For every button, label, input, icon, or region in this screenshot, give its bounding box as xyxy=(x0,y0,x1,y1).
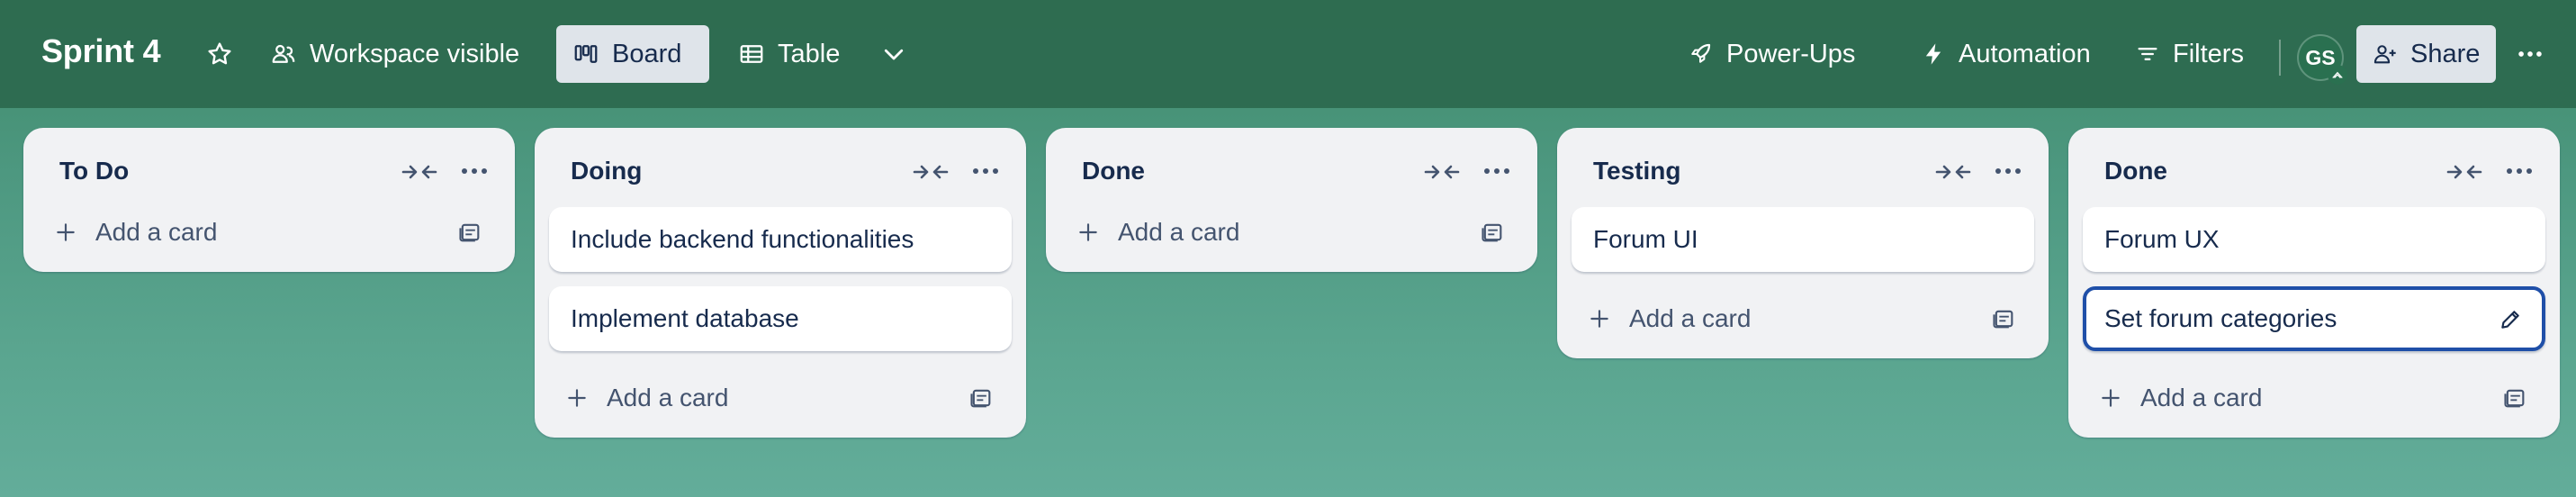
add-card-label: Add a card xyxy=(1118,218,1240,246)
card-title: Forum UI xyxy=(1593,225,1698,253)
plus-icon xyxy=(568,389,586,407)
add-card-label: Add a card xyxy=(607,384,729,411)
card-template-icon[interactable] xyxy=(968,385,994,411)
rocket-icon xyxy=(1691,43,1711,63)
star-icon xyxy=(208,42,231,65)
card[interactable]: Forum UI xyxy=(1572,207,2034,272)
card-title: Implement database xyxy=(571,304,799,332)
collapse-list-icon[interactable] xyxy=(2446,158,2482,185)
add-card-button[interactable]: Add a card xyxy=(549,366,1012,430)
pencil-icon[interactable] xyxy=(2499,308,2522,331)
list-menu-icon[interactable] xyxy=(2506,160,2533,182)
filter-icon xyxy=(2138,48,2157,61)
card[interactable]: Implement database xyxy=(549,286,1012,351)
list-title[interactable]: To Do xyxy=(59,157,129,185)
list-doing: Doing Include backend functionalities Im… xyxy=(535,128,1026,438)
add-card-button[interactable]: Add a card xyxy=(1060,200,1523,265)
add-card-button[interactable]: Add a card xyxy=(2083,366,2545,430)
star-button[interactable] xyxy=(196,25,243,83)
views-dropdown-button[interactable] xyxy=(868,25,920,83)
plus-icon xyxy=(57,223,75,241)
card-editing[interactable]: Set forum categories xyxy=(2083,286,2545,351)
list-header: Done xyxy=(2068,128,2560,214)
power-ups-label: Power-Ups xyxy=(1726,39,1856,68)
collapse-list-icon[interactable] xyxy=(401,158,437,185)
share-button[interactable]: Share xyxy=(2356,25,2497,83)
view-tab-table-label: Table xyxy=(778,39,841,68)
list-testing: Testing Forum UI Add a card xyxy=(1557,128,2049,358)
board-icon xyxy=(574,45,598,63)
admin-badge-icon xyxy=(2328,65,2347,85)
card-title: Set forum categories xyxy=(2104,304,2337,332)
card-template-icon[interactable] xyxy=(1480,220,1505,245)
board-menu-button[interactable] xyxy=(2506,25,2554,83)
list-done-2: Done Forum UX Set forum categories Add a… xyxy=(2068,128,2560,438)
card-template-icon[interactable] xyxy=(457,220,482,245)
view-tab-board[interactable]: Board xyxy=(556,25,709,83)
collapse-list-icon[interactable] xyxy=(1935,158,1971,185)
list-title[interactable]: Doing xyxy=(571,157,642,185)
plus-icon xyxy=(2102,389,2120,407)
filters-button[interactable]: Filters xyxy=(2119,25,2260,83)
list-title[interactable]: Done xyxy=(1082,157,1145,185)
share-label: Share xyxy=(2410,39,2481,68)
collapse-list-icon[interactable] xyxy=(913,158,949,185)
board-title[interactable]: Sprint 4 xyxy=(41,32,161,70)
list-header: Doing xyxy=(535,128,1026,214)
lightning-icon xyxy=(1925,43,1941,65)
add-card-button[interactable]: Add a card xyxy=(38,200,500,265)
visibility-button[interactable]: Workspace visible xyxy=(254,25,536,83)
add-card-label: Add a card xyxy=(2140,384,2263,411)
list-title[interactable]: Done xyxy=(2104,157,2167,185)
more-horizontal-icon xyxy=(2518,51,2542,57)
add-card-button[interactable]: Add a card xyxy=(1572,286,2034,351)
workspace-visible-icon xyxy=(272,44,295,63)
add-card-label: Add a card xyxy=(1629,304,1752,332)
list-menu-icon[interactable] xyxy=(972,160,999,182)
avatar[interactable]: GS xyxy=(2297,34,2347,85)
add-card-label: Add a card xyxy=(95,218,218,246)
list-menu-icon[interactable] xyxy=(1995,160,2022,182)
visibility-label: Workspace visible xyxy=(310,39,520,68)
add-person-icon xyxy=(2373,45,2396,64)
card-title: Forum UX xyxy=(2104,225,2220,253)
card-template-icon[interactable] xyxy=(1991,306,2016,331)
automation-label: Automation xyxy=(1959,39,2091,68)
view-tab-board-label: Board xyxy=(612,39,682,68)
card-template-icon[interactable] xyxy=(2502,385,2527,411)
view-tab-table[interactable]: Table xyxy=(722,25,856,83)
plus-icon xyxy=(1079,223,1097,241)
list-menu-icon[interactable] xyxy=(1483,160,1510,182)
card[interactable]: Forum UX xyxy=(2083,207,2545,272)
chevron-down-icon xyxy=(884,49,904,60)
board-header: Sprint 4 Workspace visible Board Table P… xyxy=(0,0,2576,108)
plus-icon xyxy=(1590,310,1608,328)
list-header: Testing xyxy=(1557,128,2049,214)
list-to-do: To Do Add a card xyxy=(23,128,515,272)
filters-label: Filters xyxy=(2173,39,2244,68)
card-title: Include backend functionalities xyxy=(571,225,914,253)
power-ups-button[interactable]: Power-Ups xyxy=(1671,25,1871,83)
list-title[interactable]: Testing xyxy=(1593,157,1680,185)
automation-button[interactable]: Automation xyxy=(1905,25,2107,83)
collapse-list-icon[interactable] xyxy=(1424,158,1460,185)
card[interactable]: Include backend functionalities xyxy=(549,207,1012,272)
list-done: Done Add a card xyxy=(1046,128,1537,272)
table-icon xyxy=(740,45,763,63)
header-divider xyxy=(2279,40,2281,76)
list-menu-icon[interactable] xyxy=(461,160,488,182)
